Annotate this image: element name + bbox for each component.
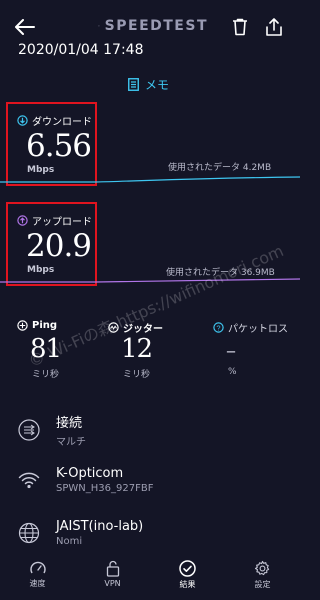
- speedometer-icon: [98, 25, 100, 27]
- upload-unit: Mbps: [27, 265, 55, 275]
- upload-label-text: アップロード: [32, 217, 92, 228]
- connection-title: 接続: [56, 416, 83, 431]
- nav-results-label: 結果: [179, 580, 196, 589]
- network-ssid: SPWN_H36_927FBF: [56, 483, 154, 494]
- nav-vpn[interactable]: VPN: [83, 560, 143, 600]
- share-button[interactable]: [262, 15, 286, 39]
- server-location: Nomi: [56, 536, 83, 547]
- upload-label: アップロード: [17, 213, 92, 228]
- connections-icon: [18, 419, 40, 441]
- download-value: 6.56: [26, 128, 92, 164]
- nav-vpn-label: VPN: [104, 579, 121, 588]
- gear-icon: [254, 560, 270, 576]
- nav-settings-label: 設定: [254, 580, 271, 589]
- lock-icon: [106, 560, 119, 577]
- download-icon: [17, 115, 28, 126]
- network-name: K-Opticom: [56, 466, 124, 481]
- download-data-used: 使用されたデータ 4.2MB: [168, 163, 272, 173]
- wifi-icon: [18, 469, 40, 491]
- help-icon: ?: [213, 322, 224, 333]
- nav-results[interactable]: 結果: [158, 560, 218, 600]
- packet-loss-label-text: パケットロス: [228, 324, 288, 335]
- upload-graph: [0, 278, 300, 283]
- nav-speed-label: 速度: [29, 579, 46, 588]
- ping-label-text: Ping: [32, 320, 58, 331]
- trash-icon: [233, 18, 247, 36]
- download-label-text: ダウンロード: [32, 117, 92, 128]
- bottom-nav: 速度 VPN 結果 設定: [0, 560, 300, 600]
- nav-speed[interactable]: 速度: [8, 560, 68, 600]
- test-datetime: 2020/01/04 17:48: [18, 42, 144, 58]
- nav-settings[interactable]: 設定: [233, 560, 293, 600]
- ping-icon: [17, 320, 28, 331]
- network-row: K-Opticom SPWN_H36_927FBF: [18, 460, 288, 500]
- check-circle-icon: [179, 560, 196, 577]
- jitter-unit: ミリ秒: [123, 370, 151, 380]
- delete-button[interactable]: [228, 15, 252, 39]
- download-graph: [0, 176, 300, 183]
- connection-subtitle: マルチ: [56, 437, 86, 448]
- jitter-value: 12: [121, 334, 153, 364]
- connection-row: 接続 マルチ: [18, 410, 288, 450]
- svg-text:?: ?: [216, 323, 220, 332]
- memo-label: メモ: [145, 78, 170, 92]
- download-label: ダウンロード: [17, 113, 92, 128]
- brand-name: SPEEDTEST: [104, 18, 208, 34]
- packet-loss-label[interactable]: ? パケットロス: [213, 320, 288, 335]
- packet-loss-unit: %: [228, 367, 237, 377]
- memo-icon: [128, 78, 139, 91]
- speedometer-icon: [29, 561, 46, 574]
- back-arrow-icon: [15, 19, 35, 35]
- memo-button[interactable]: メモ: [128, 76, 169, 93]
- ping-label: Ping: [17, 320, 57, 331]
- upload-icon: [17, 215, 28, 226]
- upload-value: 20.9: [26, 228, 92, 264]
- share-icon: [266, 18, 282, 36]
- back-button[interactable]: [10, 14, 40, 40]
- globe-icon: [18, 522, 40, 544]
- speedtest-logo: SPEEDTEST: [98, 18, 208, 34]
- server-name: JAIST(ino-lab): [56, 519, 144, 534]
- server-row: JAIST(ino-lab) Nomi: [18, 513, 288, 553]
- packet-loss-value: –: [226, 338, 236, 362]
